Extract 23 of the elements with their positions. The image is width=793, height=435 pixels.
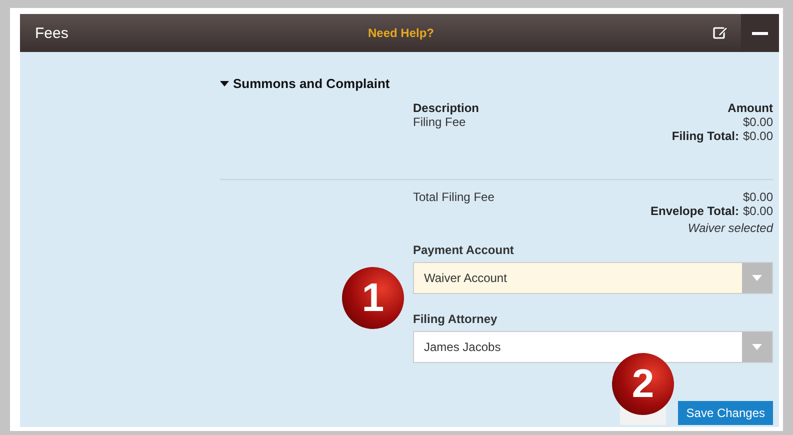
edit-icon[interactable]: [713, 26, 728, 40]
column-header: Description: [413, 101, 480, 115]
column-header: Amount: [728, 101, 773, 115]
dropdown-field[interactable]: James Jacobs: [413, 331, 773, 363]
section-title: Summons and Complaint: [233, 76, 390, 91]
help-link[interactable]: Need Help?: [368, 26, 713, 40]
fee-amount: $0.00: [742, 115, 773, 129]
total-amount: $0.00: [742, 129, 773, 143]
dropdown-field[interactable]: Waiver Account: [413, 262, 773, 294]
status-note: Waiver selected: [688, 221, 773, 235]
panel-title: Fees: [35, 24, 70, 42]
total-amount: $0.00: [742, 204, 773, 218]
total-label: Envelope Total:: [650, 204, 739, 218]
fee-description: Filing Fee: [413, 115, 466, 129]
caret-icon[interactable]: [220, 79, 229, 88]
fee-amount: $0.00: [742, 190, 773, 204]
total-label: Filing Total:: [672, 129, 739, 143]
field-label: Payment Account: [413, 243, 515, 257]
caret-down-icon: [752, 344, 762, 350]
fee-description: Total Filing Fee: [413, 190, 494, 204]
caret-down-icon: [752, 275, 762, 281]
save-button[interactable]: Save Changes: [678, 401, 773, 425]
field-label: Filing Attorney: [413, 312, 498, 326]
